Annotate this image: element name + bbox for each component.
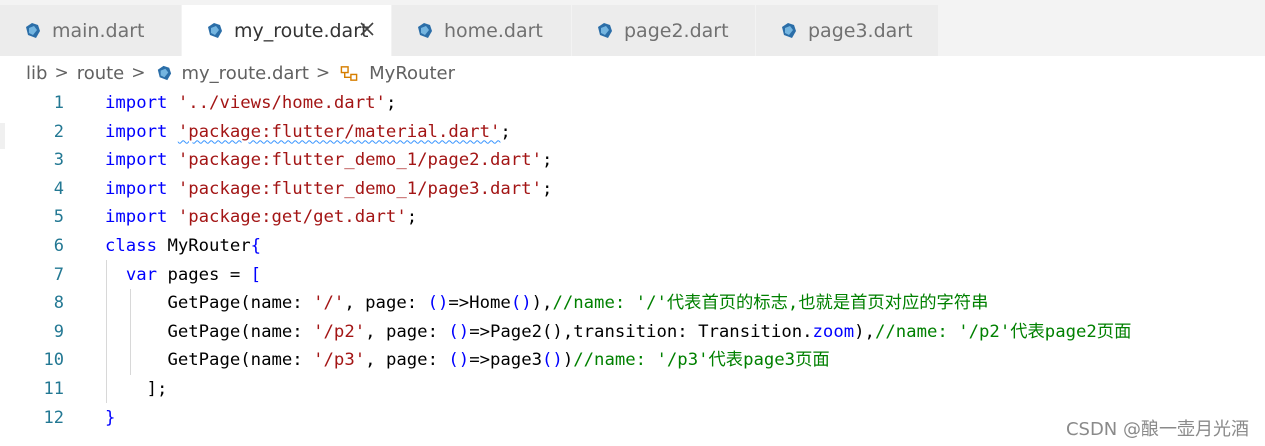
code-line-6: 6 class MyRouter{ <box>0 232 1265 261</box>
dart-file-icon <box>157 65 171 80</box>
tab-label: page2.dart <box>624 19 729 42</box>
dart-file-icon <box>26 22 40 38</box>
line-number: 10 <box>43 350 64 371</box>
chevron-right-icon: > <box>315 63 331 83</box>
tab-label: page3.dart <box>808 19 913 42</box>
chevron-right-icon: > <box>131 63 146 83</box>
line-number: 1 <box>53 93 64 113</box>
tab-my-route-dart[interactable]: my_route.dart <box>182 5 392 56</box>
line-number: 12 <box>43 407 64 428</box>
line-number: 4 <box>53 178 64 199</box>
line-number: 5 <box>53 207 64 228</box>
tab-page2-dart[interactable]: page2.dart <box>572 5 756 56</box>
breadcrumb: lib > route > my_route.dart > MyRouter <box>0 56 1265 90</box>
code-line-7: 7 var pages = [ <box>0 261 1265 290</box>
code-line-5: 5 import 'package:get/get.dart'; <box>0 203 1265 232</box>
class-symbol-icon <box>340 65 358 81</box>
code-line-8: 8 GetPage(name: '/', page: ()=>Home()),/… <box>0 289 1265 318</box>
line-number: 6 <box>53 235 64 256</box>
dart-file-icon <box>782 22 796 38</box>
tab-page3-dart[interactable]: page3.dart <box>756 5 939 56</box>
breadcrumb-folder-route[interactable]: route <box>77 63 125 84</box>
chevron-right-icon: > <box>54 63 69 83</box>
warning-squiggle[interactable]: 'package:flutter/material.dart' <box>178 122 501 142</box>
line-number: 8 <box>53 293 64 314</box>
code-line-1: 1 import '../views/home.dart'; <box>0 89 1265 118</box>
tab-label: main.dart <box>52 19 145 42</box>
close-icon[interactable] <box>358 20 376 38</box>
tab-label: my_route.dart <box>234 19 369 42</box>
dart-file-icon <box>418 22 432 38</box>
line-number: 2 <box>53 121 64 142</box>
tab-bar: main.dart my_route.dart home.dart page2.… <box>0 0 1265 56</box>
dart-file-icon <box>598 22 612 38</box>
dart-file-icon <box>208 22 222 38</box>
line-number: 9 <box>53 321 64 342</box>
watermark: CSDN @酿一壶月光酒 <box>1065 419 1249 440</box>
tab-home-dart[interactable]: home.dart <box>392 5 572 56</box>
breadcrumb-file[interactable]: my_route.dart <box>182 63 309 84</box>
line-number: 3 <box>53 150 64 171</box>
code-editor[interactable]: 1 import '../views/home.dart'; 2 import … <box>0 89 1265 432</box>
tab-main-dart[interactable]: main.dart <box>0 5 182 56</box>
line-number: 7 <box>53 264 64 285</box>
breadcrumb-folder-lib[interactable]: lib <box>26 63 47 84</box>
code-line-2: 2 import 'package:flutter/material.dart'… <box>0 118 1265 147</box>
line-number: 11 <box>43 378 64 399</box>
code-line-11: 11 ]; <box>0 375 1265 404</box>
code-line-3: 3 import 'package:flutter_demo_1/page2.d… <box>0 146 1265 175</box>
breadcrumb-symbol[interactable]: MyRouter <box>369 63 455 84</box>
code-line-10: 10 GetPage(name: '/p3', page: ()=>page3(… <box>0 346 1265 375</box>
code-line-9: 9 GetPage(name: '/p2', page: ()=>Page2()… <box>0 318 1265 347</box>
code-line-4: 4 import 'package:flutter_demo_1/page3.d… <box>0 175 1265 204</box>
tab-label: home.dart <box>444 19 543 42</box>
